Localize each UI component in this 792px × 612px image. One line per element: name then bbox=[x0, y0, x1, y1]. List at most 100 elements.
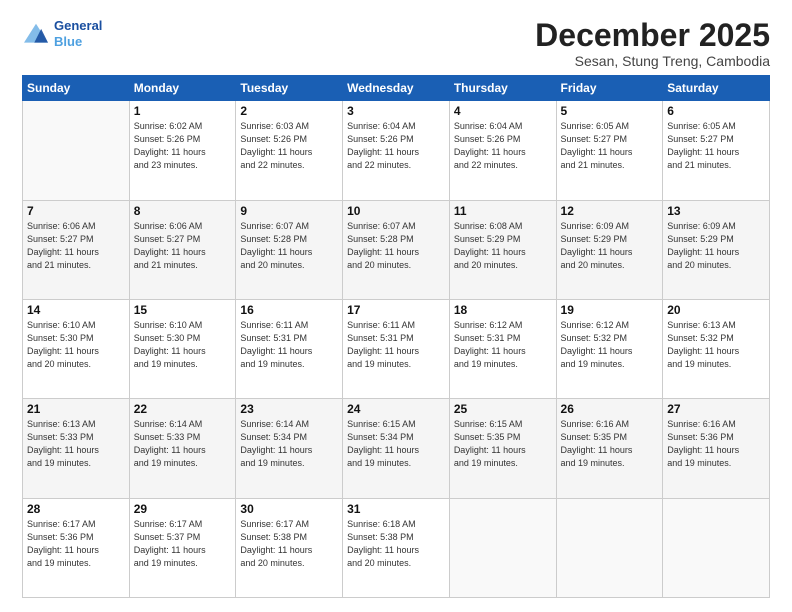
day-number: 22 bbox=[134, 402, 232, 416]
day-number: 19 bbox=[561, 303, 659, 317]
day-cell: 3Sunrise: 6:04 AM Sunset: 5:26 PM Daylig… bbox=[343, 101, 450, 200]
day-cell: 22 Sunrise: 6:14 AM Sunset: 5:33 PM Dayli… bbox=[129, 399, 236, 498]
page: General Blue December 2025 Sesan, Stung … bbox=[0, 0, 792, 612]
day-cell: 21Sunrise: 6:13 AM Sunset: 5:33 PM Dayli… bbox=[23, 399, 130, 498]
col-header-tuesday: Tuesday bbox=[236, 76, 343, 101]
day-cell: 8Sunrise: 6:06 AM Sunset: 5:27 PM Daylig… bbox=[129, 200, 236, 299]
day-info: Sunrise: 6:17 AM Sunset: 5:38 PM Dayligh… bbox=[240, 518, 338, 570]
week-row-4: 21Sunrise: 6:13 AM Sunset: 5:33 PM Dayli… bbox=[23, 399, 770, 498]
day-info: Sunrise: 6:16 AM Sunset: 5:36 PM Dayligh… bbox=[667, 418, 765, 470]
day-cell: 16Sunrise: 6:11 AM Sunset: 5:31 PM Dayli… bbox=[236, 299, 343, 398]
day-number: 15 bbox=[134, 303, 232, 317]
day-info: Sunrise: 6:15 AM Sunset: 5:35 PM Dayligh… bbox=[454, 418, 552, 470]
logo: General Blue bbox=[22, 18, 102, 49]
day-info: Sunrise: 6:03 AM Sunset: 5:26 PM Dayligh… bbox=[240, 120, 338, 172]
day-number: 1 bbox=[134, 104, 232, 118]
day-cell bbox=[556, 498, 663, 597]
day-info: Sunrise: 6:16 AM Sunset: 5:35 PM Dayligh… bbox=[561, 418, 659, 470]
day-info: Sunrise: 6:14 AM Sunset: 5:33 PM Dayligh… bbox=[134, 418, 232, 470]
day-number: 30 bbox=[240, 502, 338, 516]
day-cell: 1 Sunrise: 6:02 AM Sunset: 5:26 PM Daylig… bbox=[129, 101, 236, 200]
day-number: 2 bbox=[240, 104, 338, 118]
logo-icon bbox=[22, 22, 50, 46]
day-cell: 17 Sunrise: 6:11 AM Sunset: 5:31 PM Dayli… bbox=[343, 299, 450, 398]
day-info: Sunrise: 6:07 AM Sunset: 5:28 PM Dayligh… bbox=[347, 220, 445, 272]
day-number: 12 bbox=[561, 204, 659, 218]
day-info: Sunrise: 6:17 AM Sunset: 5:36 PM Dayligh… bbox=[27, 518, 125, 570]
day-info: Sunrise: 6:11 AM Sunset: 5:31 PM Dayligh… bbox=[347, 319, 445, 371]
day-number: 28 bbox=[27, 502, 125, 516]
day-number: 13 bbox=[667, 204, 765, 218]
day-number: 5 bbox=[561, 104, 659, 118]
col-header-saturday: Saturday bbox=[663, 76, 770, 101]
week-row-5: 28 Sunrise: 6:17 AM Sunset: 5:36 PM Dayli… bbox=[23, 498, 770, 597]
day-cell: 18Sunrise: 6:12 AM Sunset: 5:31 PM Dayli… bbox=[449, 299, 556, 398]
day-number: 14 bbox=[27, 303, 125, 317]
day-number: 18 bbox=[454, 303, 552, 317]
logo-text: General Blue bbox=[54, 18, 102, 49]
day-cell bbox=[663, 498, 770, 597]
day-cell bbox=[449, 498, 556, 597]
day-info: Sunrise: 6:12 AM Sunset: 5:32 PM Dayligh… bbox=[561, 319, 659, 371]
day-cell: 31Sunrise: 6:18 AM Sunset: 5:38 PM Dayli… bbox=[343, 498, 450, 597]
week-row-2: 7 Sunrise: 6:06 AM Sunset: 5:27 PM Daylig… bbox=[23, 200, 770, 299]
month-title: December 2025 bbox=[535, 18, 770, 53]
day-cell: 2 Sunrise: 6:03 AM Sunset: 5:26 PM Daylig… bbox=[236, 101, 343, 200]
week-row-1: 1 Sunrise: 6:02 AM Sunset: 5:26 PM Daylig… bbox=[23, 101, 770, 200]
day-cell: 7Sunrise: 6:06 AM Sunset: 5:27 PM Daylig… bbox=[23, 200, 130, 299]
day-info: Sunrise: 6:06 AM Sunset: 5:27 PM Dayligh… bbox=[134, 220, 232, 272]
day-info: Sunrise: 6:09 AM Sunset: 5:29 PM Dayligh… bbox=[561, 220, 659, 272]
col-header-wednesday: Wednesday bbox=[343, 76, 450, 101]
day-number: 25 bbox=[454, 402, 552, 416]
header: General Blue December 2025 Sesan, Stung … bbox=[22, 18, 770, 69]
day-cell: 14 Sunrise: 6:10 AM Sunset: 5:30 PM Dayli… bbox=[23, 299, 130, 398]
day-info: Sunrise: 6:13 AM Sunset: 5:33 PM Dayligh… bbox=[27, 418, 125, 470]
day-number: 24 bbox=[347, 402, 445, 416]
day-cell: 11Sunrise: 6:08 AM Sunset: 5:29 PM Dayli… bbox=[449, 200, 556, 299]
day-info: Sunrise: 6:11 AM Sunset: 5:31 PM Dayligh… bbox=[240, 319, 338, 371]
day-number: 7 bbox=[27, 204, 125, 218]
day-cell: 13 Sunrise: 6:09 AM Sunset: 5:29 PM Dayli… bbox=[663, 200, 770, 299]
col-header-sunday: Sunday bbox=[23, 76, 130, 101]
day-info: Sunrise: 6:02 AM Sunset: 5:26 PM Dayligh… bbox=[134, 120, 232, 172]
location-subtitle: Sesan, Stung Treng, Cambodia bbox=[535, 53, 770, 69]
day-info: Sunrise: 6:10 AM Sunset: 5:30 PM Dayligh… bbox=[134, 319, 232, 371]
logo-line1: General bbox=[54, 18, 102, 34]
day-number: 4 bbox=[454, 104, 552, 118]
day-number: 31 bbox=[347, 502, 445, 516]
day-info: Sunrise: 6:04 AM Sunset: 5:26 PM Dayligh… bbox=[347, 120, 445, 172]
day-cell: 24 Sunrise: 6:15 AM Sunset: 5:34 PM Dayli… bbox=[343, 399, 450, 498]
col-header-monday: Monday bbox=[129, 76, 236, 101]
day-number: 29 bbox=[134, 502, 232, 516]
week-row-3: 14 Sunrise: 6:10 AM Sunset: 5:30 PM Dayli… bbox=[23, 299, 770, 398]
col-header-thursday: Thursday bbox=[449, 76, 556, 101]
day-cell: 9 Sunrise: 6:07 AM Sunset: 5:28 PM Daylig… bbox=[236, 200, 343, 299]
day-cell: 6Sunrise: 6:05 AM Sunset: 5:27 PM Daylig… bbox=[663, 101, 770, 200]
day-info: Sunrise: 6:09 AM Sunset: 5:29 PM Dayligh… bbox=[667, 220, 765, 272]
title-block: December 2025 Sesan, Stung Treng, Cambod… bbox=[535, 18, 770, 69]
day-cell: 29 Sunrise: 6:17 AM Sunset: 5:37 PM Dayli… bbox=[129, 498, 236, 597]
day-cell bbox=[23, 101, 130, 200]
day-cell: 23 Sunrise: 6:14 AM Sunset: 5:34 PM Dayli… bbox=[236, 399, 343, 498]
day-number: 10 bbox=[347, 204, 445, 218]
day-cell: 19 Sunrise: 6:12 AM Sunset: 5:32 PM Dayli… bbox=[556, 299, 663, 398]
day-cell: 25 Sunrise: 6:15 AM Sunset: 5:35 PM Dayli… bbox=[449, 399, 556, 498]
day-number: 17 bbox=[347, 303, 445, 317]
day-info: Sunrise: 6:13 AM Sunset: 5:32 PM Dayligh… bbox=[667, 319, 765, 371]
day-number: 9 bbox=[240, 204, 338, 218]
day-cell: 10 Sunrise: 6:07 AM Sunset: 5:28 PM Dayli… bbox=[343, 200, 450, 299]
day-info: Sunrise: 6:14 AM Sunset: 5:34 PM Dayligh… bbox=[240, 418, 338, 470]
day-info: Sunrise: 6:17 AM Sunset: 5:37 PM Dayligh… bbox=[134, 518, 232, 570]
day-info: Sunrise: 6:15 AM Sunset: 5:34 PM Dayligh… bbox=[347, 418, 445, 470]
day-number: 23 bbox=[240, 402, 338, 416]
calendar-table: SundayMondayTuesdayWednesdayThursdayFrid… bbox=[22, 75, 770, 598]
day-info: Sunrise: 6:07 AM Sunset: 5:28 PM Dayligh… bbox=[240, 220, 338, 272]
day-info: Sunrise: 6:10 AM Sunset: 5:30 PM Dayligh… bbox=[27, 319, 125, 371]
day-number: 11 bbox=[454, 204, 552, 218]
day-cell: 20Sunrise: 6:13 AM Sunset: 5:32 PM Dayli… bbox=[663, 299, 770, 398]
day-cell: 12 Sunrise: 6:09 AM Sunset: 5:29 PM Dayli… bbox=[556, 200, 663, 299]
day-cell: 30 Sunrise: 6:17 AM Sunset: 5:38 PM Dayli… bbox=[236, 498, 343, 597]
col-header-friday: Friday bbox=[556, 76, 663, 101]
day-cell: 27Sunrise: 6:16 AM Sunset: 5:36 PM Dayli… bbox=[663, 399, 770, 498]
day-cell: 15 Sunrise: 6:10 AM Sunset: 5:30 PM Dayli… bbox=[129, 299, 236, 398]
